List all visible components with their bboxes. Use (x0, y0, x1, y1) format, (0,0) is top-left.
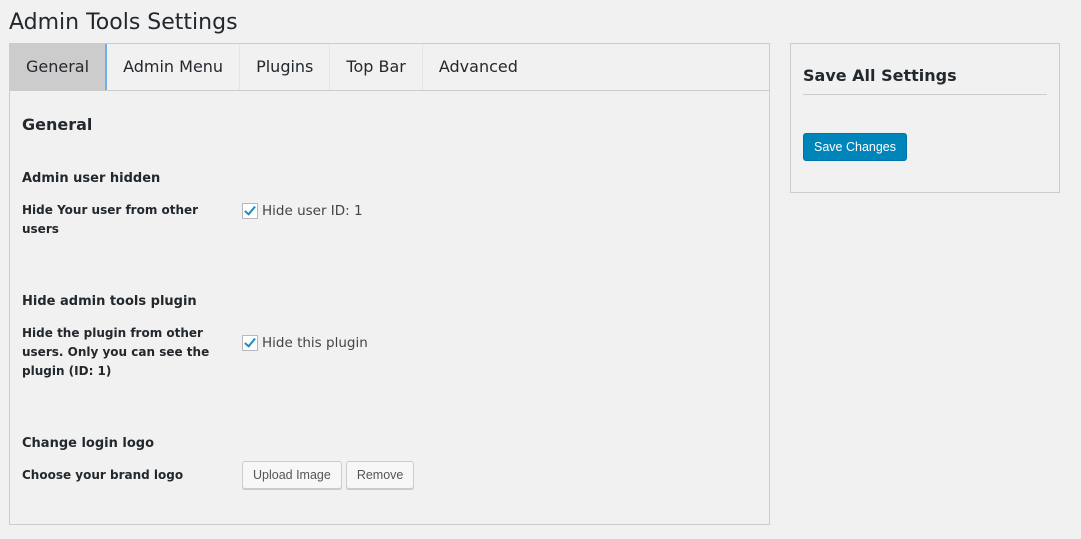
tab-admin-menu[interactable]: Admin Menu (107, 44, 241, 90)
tab-bar: General Admin Menu Plugins Top Bar Advan… (10, 44, 769, 91)
brand-logo-label: Choose your brand logo (22, 468, 184, 482)
remove-button[interactable]: Remove (345, 461, 415, 489)
save-changes-button[interactable]: Save Changes (803, 133, 908, 161)
tab-plugins[interactable]: Plugins (240, 44, 331, 90)
login-logo-heading: Change login logo (22, 436, 155, 451)
hide-user-checkbox[interactable] (242, 203, 258, 219)
page-title: Admin Tools Settings (9, 10, 238, 35)
hide-user-field[interactable]: Hide user ID: 1 (242, 203, 363, 219)
hide-plugin-checkbox-label[interactable]: Hide this plugin (262, 335, 368, 351)
hide-user-checkbox-label[interactable]: Hide user ID: 1 (262, 203, 363, 219)
divider (803, 94, 1047, 95)
hide-plugin-heading: Hide admin tools plugin (22, 294, 197, 309)
settings-panel: General Admin Menu Plugins Top Bar Advan… (9, 43, 770, 525)
hide-plugin-label: Hide the plugin from other users. Only y… (22, 326, 210, 378)
admin-user-hidden-heading: Admin user hidden (22, 171, 161, 186)
save-sidebar: Save All Settings Save Changes (790, 43, 1060, 193)
upload-image-button[interactable]: Upload Image (242, 461, 342, 489)
section-title: General (22, 115, 93, 134)
tab-general[interactable]: General (10, 44, 108, 90)
hide-plugin-checkbox[interactable] (242, 335, 258, 351)
hide-user-label: Hide Your user from other users (22, 203, 199, 236)
hide-plugin-field[interactable]: Hide this plugin (242, 335, 368, 351)
tab-advanced[interactable]: Advanced (423, 44, 534, 90)
sidebar-title: Save All Settings (803, 66, 957, 85)
tab-top-bar[interactable]: Top Bar (330, 44, 423, 90)
